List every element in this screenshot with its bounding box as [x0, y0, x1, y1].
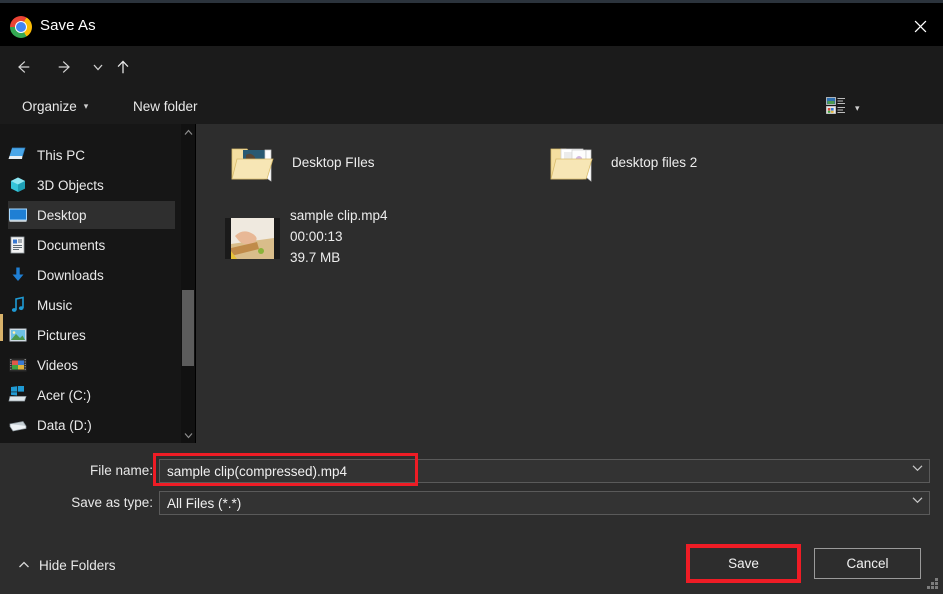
sidebar-item-3d-objects[interactable]: 3D Objects	[8, 171, 175, 199]
sidebar-item-documents[interactable]: Documents	[8, 231, 175, 259]
save-button-label: Save	[728, 556, 759, 571]
command-bar: Organize ▾ New folder ▾ ?	[0, 88, 943, 124]
selection-indicator	[0, 314, 3, 341]
windows-drive-icon	[8, 386, 28, 404]
sidebar-item-label: Videos	[37, 358, 78, 373]
sidebar-item-label: Acer (C:)	[37, 388, 91, 403]
navigation-bar: › This PC › Desktop Search Desktop	[0, 46, 943, 88]
organize-button[interactable]: Organize ▾	[22, 88, 88, 124]
arrow-up-icon[interactable]	[110, 54, 136, 80]
navigation-pane: This PC 3D Objects Desktop	[0, 124, 181, 443]
title-bar: Save As	[0, 6, 943, 46]
folder-label: desktop files 2	[611, 155, 697, 170]
new-folder-button[interactable]: New folder	[133, 88, 198, 124]
save-as-dialog: Save As › This PC › Desktop	[0, 0, 943, 594]
sidebar-item-label: This PC	[37, 148, 85, 163]
sidebar-item-videos[interactable]: Videos	[8, 351, 175, 379]
video-name: sample clip.mp4	[290, 206, 388, 227]
desktop-icon	[8, 206, 28, 224]
sidebar-item-acer-c[interactable]: Acer (C:)	[8, 381, 175, 409]
sidebar-item-this-pc[interactable]: This PC	[8, 141, 175, 169]
sidebar-item-label: Documents	[37, 238, 105, 253]
window-title: Save As	[40, 17, 96, 34]
resize-grip-icon[interactable]	[927, 578, 939, 590]
sidebar-item-pictures[interactable]: Pictures	[8, 321, 175, 349]
close-icon[interactable]	[897, 6, 943, 46]
drive-icon	[8, 416, 28, 434]
chevron-up-icon	[18, 560, 30, 572]
cancel-button[interactable]: Cancel	[814, 548, 921, 579]
sidebar-item-label: Music	[37, 298, 72, 313]
scrollbar-thumb[interactable]	[182, 290, 194, 366]
file-name-label: File name:	[20, 463, 153, 478]
hide-folders-button[interactable]: Hide Folders	[18, 558, 116, 573]
sidebar-item-label: 3D Objects	[37, 178, 104, 193]
save-button[interactable]: Save	[690, 548, 797, 579]
chrome-logo-icon	[10, 16, 32, 38]
cancel-button-label: Cancel	[846, 556, 888, 571]
pictures-icon	[8, 326, 28, 344]
this-pc-icon	[8, 146, 28, 164]
sidebar-item-label: Pictures	[37, 328, 86, 343]
recent-locations-chevron-down-icon[interactable]	[85, 54, 111, 80]
scroll-down-arrow-icon[interactable]	[181, 427, 195, 443]
view-chevron-down-icon[interactable]: ▾	[855, 103, 860, 114]
sidebar-item-data-d[interactable]: Data (D:)	[8, 411, 175, 439]
chevron-down-icon[interactable]	[912, 464, 923, 475]
videos-icon	[8, 356, 28, 374]
sidebar-item-desktop[interactable]: Desktop	[8, 201, 175, 229]
downloads-icon	[8, 266, 28, 284]
sidebar-item-downloads[interactable]: Downloads	[8, 261, 175, 289]
video-size: 39.7 MB	[290, 248, 388, 269]
3d-objects-icon	[8, 176, 28, 194]
chevron-down-icon[interactable]	[912, 496, 923, 507]
folder-label: Desktop FIles	[292, 155, 375, 170]
list-item[interactable]: desktop files 2	[548, 143, 697, 187]
navigation-pane-scrollbar[interactable]	[181, 124, 195, 443]
save-as-type-select[interactable]: All Files (*.*)	[159, 491, 930, 515]
save-as-type-value: All Files (*.*)	[167, 496, 241, 511]
video-thumbnail-icon	[225, 218, 280, 259]
video-duration: 00:00:13	[290, 227, 388, 248]
hide-folders-label: Hide Folders	[39, 558, 116, 573]
video-metadata: sample clip.mp4 00:00:13 39.7 MB	[290, 206, 388, 269]
list-item[interactable]: Desktop FIles	[229, 143, 375, 187]
sidebar-item-label: Desktop	[37, 208, 87, 223]
scroll-up-arrow-icon[interactable]	[181, 124, 195, 140]
documents-icon	[8, 236, 28, 254]
chevron-down-icon: ▾	[84, 101, 89, 112]
sidebar-item-music[interactable]: Music	[8, 291, 175, 319]
folder-icon	[548, 143, 596, 187]
music-icon	[8, 296, 28, 314]
save-as-type-label: Save as type:	[20, 495, 153, 510]
file-name-value: sample clip(compressed).mp4	[167, 464, 347, 479]
sidebar-item-label: Data (D:)	[37, 418, 92, 433]
file-name-input[interactable]: sample clip(compressed).mp4	[159, 459, 930, 483]
file-list-pane[interactable]: Desktop FIles desktop files 2	[196, 124, 943, 443]
new-folder-label: New folder	[133, 99, 198, 114]
organize-label: Organize	[22, 99, 77, 114]
sidebar-item-label: Downloads	[37, 268, 104, 283]
arrow-right-icon[interactable]	[52, 54, 78, 80]
view-layout-icon[interactable]	[826, 97, 846, 115]
arrow-left-icon[interactable]	[10, 54, 36, 80]
folder-icon	[229, 143, 277, 187]
list-item[interactable]: sample clip.mp4 00:00:13 39.7 MB	[225, 206, 388, 269]
